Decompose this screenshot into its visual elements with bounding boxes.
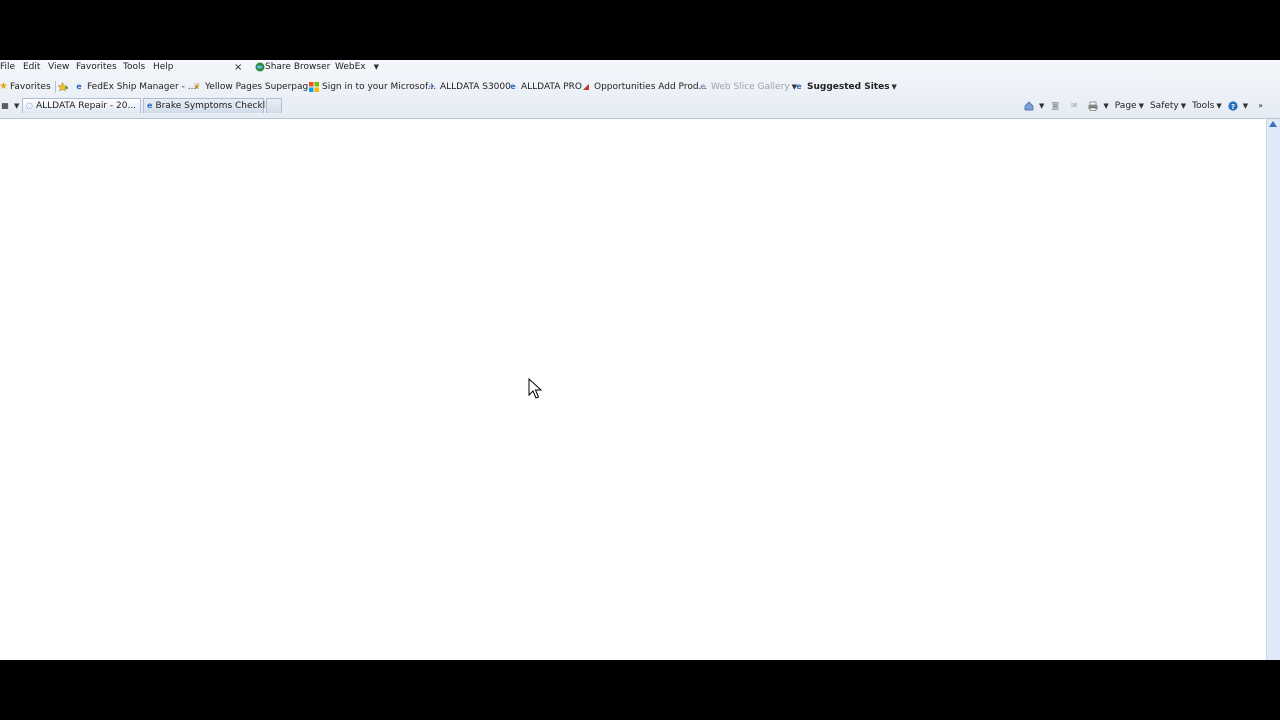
safety-menu-button[interactable]: Safety ▼ [1150,101,1186,111]
favorites-button[interactable]: ★ Favorites [0,82,51,92]
page-content[interactable] [0,119,1266,660]
tab-row: ▦ ▼ ◌ ALLDATA Repair - 20... × e Brake S… [0,98,1280,114]
tools-menu-button[interactable]: Tools ▼ [1192,101,1222,111]
ie-page-icon: e [76,82,82,91]
windows-logo-icon [309,82,319,92]
favorite-link-label: Yellow Pages Superpag... [205,82,317,92]
favorite-link-microsoft[interactable]: Sign in to your Microsof... [309,82,436,92]
ie-page-icon: e [147,101,153,110]
tab-label: ALLDATA Repair - 20... [35,101,137,111]
webex-globe-icon [255,62,265,72]
favorites-label: Favorites [10,82,51,92]
web-slice-gallery-dropdown[interactable]: e Web Slice Gallery ▼ [698,82,797,92]
webex-dropdown[interactable]: WebEx ▼ [335,62,379,72]
divider [55,81,56,93]
loading-icon: ◌ [26,101,33,110]
tab-label: Brake Symptoms Checklist [155,101,276,111]
chevron-down-icon: ▼ [1103,101,1109,110]
chevron-down-icon: ▼ [373,63,380,71]
feeds-button[interactable]: ◙ [1050,101,1063,111]
safety-menu-label: Safety [1149,100,1179,111]
chevron-down-icon: ▼ [1180,101,1187,110]
home-button[interactable]: ▼ [1024,101,1044,111]
svg-text:?: ? [1231,103,1235,111]
menu-bar: File Edit View Favorites Tools Help × Sh… [0,60,1280,74]
favorite-link-label: Sign in to your Microsof... [322,82,437,92]
favorite-link-label: Web Slice Gallery [711,82,790,92]
webex-label: WebEx [335,62,366,72]
vertical-scrollbar[interactable] [1266,119,1280,660]
close-menubar-button[interactable]: × [234,62,242,73]
chevron-down-icon: ▼ [891,83,897,91]
page-menu-button[interactable]: Page ▼ [1115,101,1144,111]
mail-icon: ✉ [1071,100,1078,110]
chevron-down-icon: ▼ [1216,101,1222,110]
chevron-right-icon[interactable]: » [1258,101,1263,110]
browser-chrome: File Edit View Favorites Tools Help × Sh… [0,60,1280,119]
scroll-up-arrow-icon[interactable] [1269,121,1277,127]
favorite-link-label: ALLDATA PRO [521,82,582,92]
mail-button[interactable]: ✉ [1069,101,1082,111]
help-icon: ? [1228,100,1238,111]
favorite-link-opportunities[interactable]: ◢ Opportunities Add Prod... [581,82,707,92]
favorite-link-label: Opportunities Add Prod... [594,82,708,92]
rss-icon: ◙ [1051,100,1060,110]
menu-edit[interactable]: Edit [23,62,40,72]
tab-alldata-repair[interactable]: ◌ ALLDATA Repair - 20... × [22,98,150,113]
menu-view[interactable]: View [48,62,69,72]
tab-brake-symptoms-checklist[interactable]: e Brake Symptoms Checklist [143,98,276,113]
chart-icon: ◢ [582,82,590,91]
favorite-link-label: ALLDATA S3000 [440,82,511,92]
star-icon: ★ [0,82,7,92]
ie-page-icon: e [510,82,516,91]
menu-file[interactable]: File [0,62,15,72]
favorite-link-label: Suggested Sites [807,82,890,92]
chevron-down-icon: ▼ [1039,101,1045,110]
page-menu-label: Page [1114,100,1137,111]
share-browser-label: Share Browser [265,62,331,72]
tab-list-chevron-down-icon[interactable]: ▼ [14,102,19,110]
ie-page-icon: e [796,82,802,91]
command-bar: ▼ ◙ ✉ ▼ Page ▼ Safety ▼ Tools ▼ ? ▼ » [1024,98,1269,113]
menu-tools[interactable]: Tools [123,62,145,72]
suggested-sites-dropdown[interactable]: e Suggested Sites ▼ [794,82,897,92]
favorites-bar: ★ Favorites e FedEx Ship Manager - ... ❦… [0,79,1280,95]
home-icon [1024,101,1034,111]
favorite-link-alldata-s3000[interactable]: ✈ ALLDATA S3000 [427,82,511,92]
yellow-pages-icon: ❦ [193,82,201,91]
help-menu-button[interactable]: ? ▼ [1228,100,1249,111]
favorite-link-alldata-pro[interactable]: e ALLDATA PRO [508,82,582,92]
tools-menu-label: Tools [1192,100,1215,111]
print-button[interactable]: ▼ [1088,101,1109,111]
new-tab-button[interactable] [266,98,282,113]
alldata-logo-icon: ✈ [428,82,436,91]
print-icon [1088,101,1098,111]
mouse-cursor-icon [528,377,543,400]
share-browser-button[interactable]: Share Browser [255,62,330,72]
favorite-link-yellow-pages[interactable]: ❦ Yellow Pages Superpag... [192,82,317,92]
ie-page-icon: e [700,82,706,91]
quick-tabs-icon[interactable]: ▦ [0,101,10,111]
favorite-link-fedex[interactable]: e FedEx Ship Manager - ... [74,82,196,92]
chevron-down-icon: ▼ [1138,101,1144,110]
chevron-down-icon: ▼ [1242,101,1249,110]
add-favorite-icon[interactable] [58,82,68,92]
menu-favorites[interactable]: Favorites [76,62,117,72]
favorite-link-label: FedEx Ship Manager - ... [87,82,197,92]
menu-help[interactable]: Help [153,62,174,72]
